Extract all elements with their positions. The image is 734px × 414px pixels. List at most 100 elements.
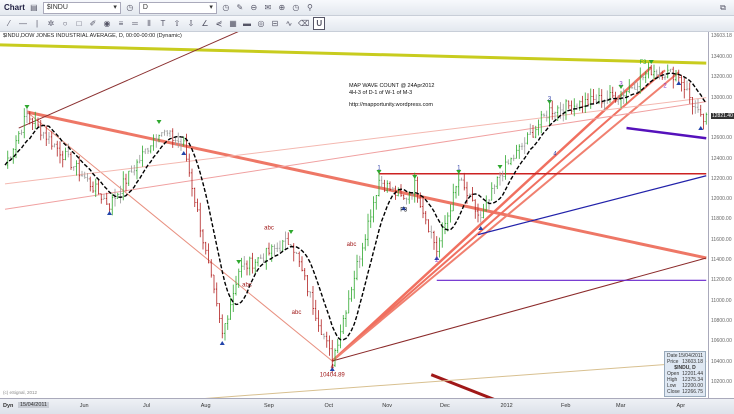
pencil-icon[interactable]: ✐ <box>88 18 98 29</box>
fib-icon[interactable]: ✲ <box>46 18 56 29</box>
trendline <box>626 126 707 140</box>
annotation-line2: 4H-3 of D-1 of W-1 of M-3 <box>349 90 413 96</box>
annotation: MAP WAVE COUNT @ 24Apr2012 4H-3 of D-1 o… <box>349 83 434 109</box>
toolbar-top: Chart ▤ $INDU ▾ ◷ D ▾ ◷ ✎ ⊖ ✉ ⊕ ◷ ⚲ ⧉ <box>0 0 734 16</box>
trendline <box>430 373 495 398</box>
trendline <box>331 69 666 362</box>
y-tick-label: 10600.00 <box>711 338 732 345</box>
y-tick-label: 11200.00 <box>711 277 732 284</box>
arrow-up-icon[interactable]: ⇧ <box>172 18 182 29</box>
wave-label: abc <box>347 242 357 248</box>
eraser-icon[interactable]: ⌫ <box>298 18 309 29</box>
pencil-icon[interactable]: ✎ <box>235 2 245 13</box>
x-tick-label: Feb <box>561 403 571 409</box>
wave-label: 10404.89 <box>320 373 346 379</box>
trendline <box>204 361 707 398</box>
gann-icon[interactable]: ∠ <box>200 18 210 29</box>
trendline <box>477 175 707 236</box>
eye-icon[interactable]: ◎ <box>256 18 266 29</box>
y-tick-label: 13000.00 <box>711 94 732 101</box>
wave-label: F3 <box>400 207 408 213</box>
wave-label: F3 <box>639 60 647 66</box>
ellipse-icon[interactable]: ○ <box>60 18 70 29</box>
line-icon[interactable]: ⁄ <box>4 18 14 29</box>
minus-circle-icon[interactable]: ⊖ <box>249 2 259 13</box>
clock-icon[interactable]: ◷ <box>125 2 135 13</box>
chevron-down-icon: ▾ <box>113 3 117 11</box>
y-top-label: 13603.18 <box>711 33 732 40</box>
y-tick-label: 11800.00 <box>711 216 732 223</box>
arrow-down-icon[interactable]: ⇩ <box>186 18 196 29</box>
equal-icon[interactable]: ═ <box>130 18 140 29</box>
box-icon[interactable]: ▬ <box>242 18 252 29</box>
chart-menu-icon[interactable]: ▤ <box>29 2 39 13</box>
y-tick-label: 12200.00 <box>711 175 732 182</box>
wave-label: abc <box>242 282 252 288</box>
interval-select[interactable]: D ▾ <box>138 1 217 14</box>
clock-icon[interactable]: ◷ <box>291 2 301 13</box>
y-tick-label: 10800.00 <box>711 317 732 324</box>
pivot-marker <box>676 80 682 85</box>
x-tick-label: Jun <box>79 403 89 409</box>
y-tick-label: 13200.00 <box>711 74 732 81</box>
y-tick-label: 12400.00 <box>711 155 732 162</box>
chart-label: Chart <box>4 3 25 12</box>
y-tick-label: 12600.00 <box>711 135 732 142</box>
y-tick-label: 11400.00 <box>711 257 732 263</box>
pivot-marker <box>107 210 112 215</box>
y-tick-label: 11000.00 <box>711 297 732 304</box>
wave-icon[interactable]: ∿ <box>284 18 294 29</box>
symbol-value: $INDU <box>46 3 68 11</box>
vline-icon[interactable]: | <box>32 18 42 29</box>
date-label: Dyn <box>3 403 14 409</box>
annotation-url: http://mapportunity.wordpress.com <box>349 102 433 108</box>
hline-icon[interactable]: — <box>18 18 28 29</box>
wave-label: 2 <box>663 83 667 89</box>
x-tick-label: Nov <box>382 403 393 409</box>
x-tick-label: Aug <box>200 403 211 409</box>
wave-label: 3 <box>548 97 552 103</box>
plus-circle-icon[interactable]: ⊕ <box>277 2 287 13</box>
pivot-marker <box>412 174 418 179</box>
wave-label: abc <box>264 226 274 232</box>
symbol-input[interactable]: $INDU ▾ <box>42 1 121 14</box>
pivot-marker <box>497 165 503 170</box>
x-tick-label: 2012 <box>500 403 513 409</box>
message-icon[interactable]: ✉ <box>263 2 273 13</box>
circle-icon[interactable]: ◉ <box>102 18 112 29</box>
wave-label: abc <box>292 310 302 316</box>
window-icon[interactable]: ⧉ <box>718 2 728 13</box>
channel-icon[interactable]: ≡ <box>116 18 126 29</box>
current-price-label: 12821.40 <box>711 112 734 119</box>
pivot-marker <box>156 119 162 124</box>
y-tick-label: 10400.00 <box>711 358 732 365</box>
pivot-marker <box>698 126 704 131</box>
x-tick-label: Dec <box>440 403 450 409</box>
price-axis[interactable]: 13400.0013200.0013000.0012800.0012600.00… <box>708 32 734 398</box>
date-field[interactable]: 15/04/2011 <box>18 402 50 408</box>
grid-icon[interactable]: ▦ <box>228 18 238 29</box>
pivot-marker <box>288 230 294 235</box>
text-icon[interactable]: T <box>158 18 168 29</box>
time-axis[interactable]: Dyn 15/04/2011 Jun Jul Aug Sep Oct Nov Dec 2012… <box>0 398 734 414</box>
fan-icon[interactable]: ⋞ <box>214 18 224 29</box>
trendline <box>331 71 680 362</box>
u-button[interactable]: U <box>313 17 326 30</box>
pivot-marker <box>24 104 30 109</box>
close-value: 12266.75 <box>682 389 703 395</box>
drawing-toolbar: ⁄ — | ✲ ○ □ ✐ ◉ ≡ ═ ⦀ T ⇧ ⇩ ∠ ⋞ ▦ ▬ ◎ ⊟ ∿ ⌫ U <box>0 16 734 32</box>
bars-icon[interactable]: ⦀ <box>144 18 154 29</box>
y-tick-label: 10200.00 <box>711 378 732 385</box>
rect-icon[interactable]: □ <box>74 18 84 29</box>
copyright: (c) eSignal, 2012 <box>3 390 38 395</box>
tag-icon[interactable]: ⊟ <box>270 18 280 29</box>
y-tick-label: 12000.00 <box>711 196 732 203</box>
x-tick-label: Apr <box>676 403 686 409</box>
y-tick-label: 13400.00 <box>711 54 732 60</box>
pivot-marker <box>236 260 242 265</box>
trendline <box>0 43 707 65</box>
trendline <box>4 97 707 185</box>
x-tick-label: Jul <box>143 403 151 409</box>
clock-icon[interactable]: ◷ <box>221 2 231 13</box>
link-icon[interactable]: ⚲ <box>305 2 315 13</box>
